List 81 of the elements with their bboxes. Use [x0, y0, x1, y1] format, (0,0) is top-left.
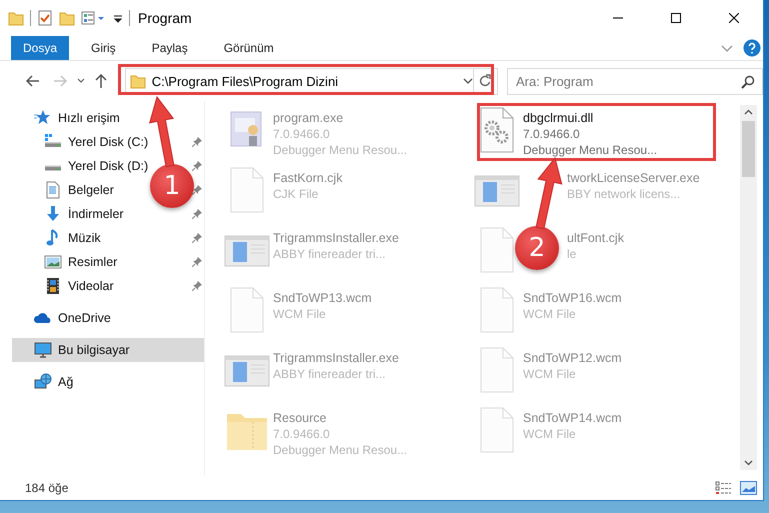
- file-name[interactable]: program.exe: [273, 110, 344, 126]
- file-detail: ABBY finereader tri...: [273, 246, 386, 262]
- file-detail: ABBY finereader tri...: [273, 366, 386, 382]
- folder-icon: [130, 73, 146, 89]
- details-view-icon: [715, 481, 732, 495]
- new-folder-icon: [59, 10, 75, 26]
- file-detail: BBY network licens...: [567, 186, 680, 202]
- scrollbar-thumb[interactable]: [742, 121, 755, 177]
- file-name[interactable]: SndToWP12.wcm: [523, 350, 622, 366]
- ribbon-tab[interactable]: Dosya: [11, 36, 70, 60]
- ribbon-tab[interactable]: Paylaş: [138, 36, 202, 60]
- pin-icon: [192, 209, 202, 219]
- monitor-icon: [34, 341, 52, 359]
- file-detail: CJK File: [273, 186, 318, 202]
- file-detail: Debugger Menu Resou...: [273, 442, 408, 458]
- pin-icon: [192, 185, 202, 195]
- file-name[interactable]: FastKorn.cjk: [273, 170, 342, 186]
- file-name[interactable]: SndToWP14.wcm: [523, 410, 622, 426]
- nav-item[interactable]: Belgeler: [0, 178, 118, 202]
- file-name[interactable]: Resource: [273, 410, 326, 426]
- file-detail: le: [567, 246, 576, 262]
- drive-icon: [44, 165, 62, 171]
- scrollbar[interactable]: [740, 105, 757, 470]
- file-detail: Debugger Menu Resou...: [523, 142, 658, 158]
- pin-icon: [192, 257, 202, 267]
- nav-item[interactable]: Yerel Disk (D:): [0, 154, 152, 178]
- file-detail: WCM File: [523, 306, 576, 322]
- file-name[interactable]: tworkLicenseServer.exe: [567, 170, 700, 186]
- properties-icon: [81, 10, 107, 26]
- network-icon: [34, 373, 52, 391]
- ribbon-tab[interactable]: Görünüm: [210, 36, 288, 60]
- pin-icon: [192, 281, 202, 291]
- window-title: Program: [138, 10, 192, 26]
- back-icon: [26, 75, 40, 87]
- file-name[interactable]: SndToWP13.wcm: [273, 290, 372, 306]
- file-detail: 7.0.9466.0: [523, 126, 580, 142]
- maximize-icon: [671, 13, 681, 23]
- file-detail: 7.0.9466.0: [273, 426, 330, 442]
- nav-item[interactable]: Resimler: [0, 250, 122, 274]
- ribbon-tab[interactable]: Giriş: [77, 36, 130, 60]
- pin-icon: [192, 161, 202, 171]
- download-arrow-icon: [44, 205, 62, 223]
- nav-item[interactable]: Videolar: [0, 274, 118, 298]
- checklist-icon: [37, 10, 53, 26]
- file-detail: WCM File: [523, 366, 576, 382]
- star-icon: [34, 109, 52, 127]
- refresh-icon: [479, 74, 492, 88]
- nav-item[interactable]: Müzik: [0, 226, 105, 250]
- file-name[interactable]: dbgclrmui.dll: [523, 110, 594, 126]
- file-name[interactable]: SndToWP16.wcm: [523, 290, 622, 306]
- pin-icon: [192, 137, 202, 147]
- file-name[interactable]: TrigrammsInstaller.exe: [273, 350, 399, 366]
- file-name[interactable]: ultFont.cjk: [567, 230, 624, 246]
- picture-icon: [44, 253, 62, 271]
- search-icon: [741, 74, 755, 88]
- pin-icon: [192, 233, 202, 243]
- close-icon: [729, 13, 739, 23]
- nav-item[interactable]: OneDrive: [0, 306, 115, 330]
- dropdown-icon: [462, 77, 473, 85]
- file-detail: 7.0.9466.0: [273, 126, 330, 142]
- film-icon: [44, 277, 62, 295]
- nav-item[interactable]: Bu bilgisayar: [12, 338, 204, 362]
- up-arrow-icon: [95, 74, 108, 88]
- nav-item[interactable]: Hızlı erişim: [0, 106, 124, 130]
- folder-icon: [8, 10, 24, 26]
- file-detail: WCM File: [273, 306, 326, 322]
- help-icon: [743, 39, 761, 57]
- address-field[interactable]: C:\Program Files\Program Dizini: [124, 68, 474, 94]
- file-detail: Debugger Menu Resou...: [273, 142, 408, 158]
- nav-item[interactable]: Yerel Disk (C:): [0, 130, 152, 154]
- caret-icon: [76, 78, 85, 84]
- nav-item[interactable]: İndirmeler: [0, 202, 128, 226]
- file-name[interactable]: TrigrammsInstaller.exe: [273, 230, 399, 246]
- nav-item[interactable]: Ağ: [0, 370, 78, 394]
- document-icon: [44, 181, 62, 199]
- large-icons-view-icon: [740, 481, 757, 495]
- item-count: 184 öğe: [25, 481, 68, 495]
- arrow: [149, 96, 174, 168]
- forward-icon: [52, 75, 67, 87]
- file-detail: WCM File: [523, 426, 576, 442]
- search-field[interactable]: Ara: Program: [507, 68, 763, 94]
